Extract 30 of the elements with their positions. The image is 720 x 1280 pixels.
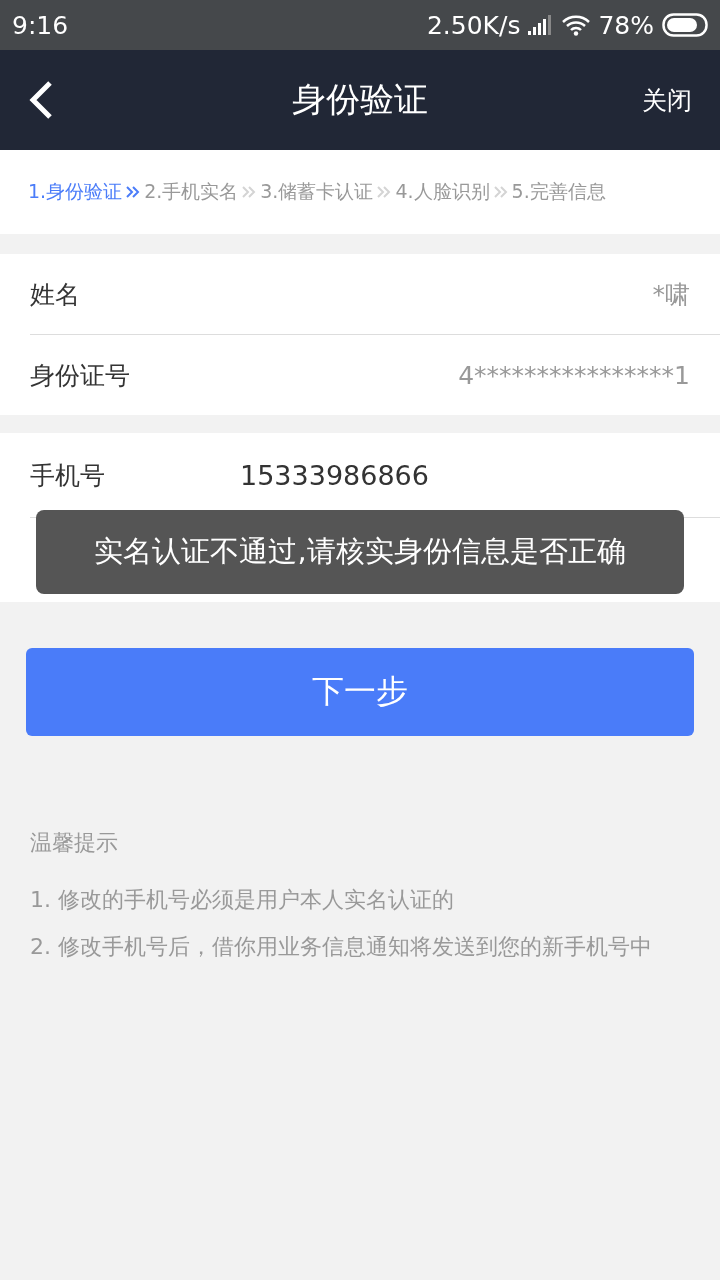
step-label: 3.储蓄卡认证 xyxy=(260,179,374,204)
tip-text: 修改手机号后，借你用业务信息通知将发送到您的新手机号中 xyxy=(58,933,652,961)
double-chevron-icon xyxy=(492,185,509,199)
next-button[interactable]: 下一步 xyxy=(26,648,694,736)
tips-title: 温馨提示 xyxy=(30,829,119,857)
page-title: 身份验证 xyxy=(292,79,428,119)
field-label: 身份证号 xyxy=(30,359,130,392)
step-label: 1.身份验证 xyxy=(28,179,123,204)
tip-number: 1. xyxy=(30,886,52,914)
double-chevron-icon xyxy=(241,185,258,199)
field-value: *啸 xyxy=(652,278,690,311)
close-button[interactable]: 关闭 xyxy=(642,83,692,117)
double-chevron-icon xyxy=(376,185,393,199)
toast-message: 实名认证不通过,请核实身份信息是否正确 xyxy=(36,510,684,594)
step-label: 4.人脸识别 xyxy=(395,179,490,204)
battery-icon xyxy=(662,13,708,37)
field-value: 4****************1 xyxy=(458,360,690,390)
field-label: 手机号 xyxy=(30,459,105,492)
tip-number: 2. xyxy=(30,933,52,961)
tip-text: 修改的手机号必须是用户本人实名认证的 xyxy=(58,886,454,914)
field-label: 姓名 xyxy=(30,278,80,311)
status-time: 9:16 xyxy=(12,10,69,40)
step-label: 2.手机实名 xyxy=(144,179,239,204)
battery-percent: 78% xyxy=(598,10,654,40)
phone-value: 15333986866 xyxy=(240,459,430,491)
step-label: 5.完善信息 xyxy=(511,179,606,204)
double-chevron-icon xyxy=(125,185,142,199)
network-speed: 2.50K/s xyxy=(426,10,521,40)
back-button[interactable] xyxy=(28,80,54,120)
wifi-icon xyxy=(562,14,591,36)
